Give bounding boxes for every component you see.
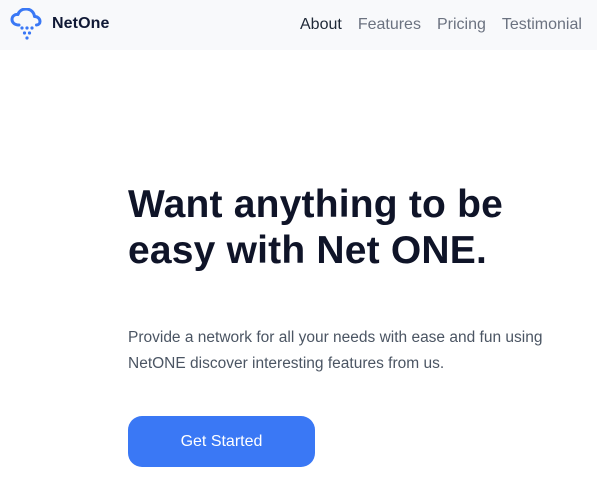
hero-title-emphasis: ONE xyxy=(390,229,477,272)
nav-link-testimonial[interactable]: Testimonial xyxy=(502,16,582,34)
brand[interactable]: NetOne xyxy=(10,7,110,41)
hero-title-suffix: . xyxy=(476,229,488,272)
hero-title: Want anything to be easy with Net ONE. xyxy=(128,182,568,274)
nav-menu: About Features Pricing Testimonial xyxy=(300,0,582,50)
top-navbar: NetOne About Features Pricing Testimonia… xyxy=(0,0,597,50)
hero-description: Provide a network for all your needs wit… xyxy=(128,329,543,372)
nav-link-about[interactable]: About xyxy=(300,16,342,34)
get-started-button[interactable]: Get Started xyxy=(128,416,315,467)
cloud-rain-icon xyxy=(10,8,46,40)
nav-link-pricing[interactable]: Pricing xyxy=(437,16,486,34)
brand-name: NetOne xyxy=(52,15,110,32)
nav-link-features[interactable]: Features xyxy=(358,16,421,34)
